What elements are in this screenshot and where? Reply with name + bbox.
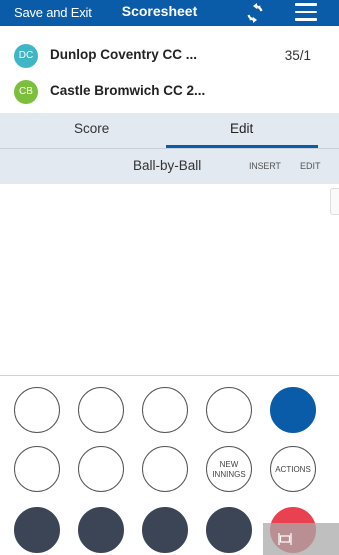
insert-button[interactable]: INSERT <box>249 161 281 171</box>
keypad-button[interactable] <box>78 387 124 433</box>
team-row-fielding[interactable]: CB Castle Bromwich CC 2... <box>0 74 339 110</box>
top-bar: Save and Exit Scoresheet <box>0 0 339 26</box>
scoresheet-screen: Save and Exit Scoresheet DC Dunlop Coven… <box>0 0 339 555</box>
keypad-button-primary[interactable] <box>270 387 316 433</box>
hamburger-menu-icon[interactable] <box>295 3 317 23</box>
side-panel-handle[interactable] <box>330 188 339 215</box>
ball-by-ball-title: Ball-by-Ball <box>133 158 202 173</box>
new-innings-label-line2: INNINGS <box>212 470 246 479</box>
ball-by-ball-bar: Ball-by-Ball INSERT EDIT <box>0 149 339 184</box>
keypad-button[interactable] <box>142 446 188 492</box>
keypad-button-dark[interactable] <box>78 507 124 553</box>
page-title-text: Scoresheet <box>121 3 198 19</box>
new-innings-label-line1: NEW <box>219 460 239 469</box>
sync-icon[interactable] <box>244 2 266 24</box>
actions-button[interactable]: ACTIONS <box>270 446 316 492</box>
keypad-button[interactable] <box>14 387 60 433</box>
tab-score[interactable]: Score <box>74 121 109 136</box>
keypad-button[interactable] <box>78 446 124 492</box>
screen-capture-overlay[interactable] <box>263 523 339 555</box>
team-avatar: DC <box>14 44 38 68</box>
tab-edit[interactable]: Edit <box>230 121 253 136</box>
edit-button[interactable]: EDIT <box>300 161 321 171</box>
keypad-button[interactable] <box>142 387 188 433</box>
new-innings-button[interactable]: NEW INNINGS <box>206 446 252 492</box>
team-score: 35/1 <box>284 48 311 63</box>
screen-capture-icon <box>278 533 292 545</box>
keypad-divider <box>0 375 339 376</box>
keypad-button-dark[interactable] <box>206 507 252 553</box>
keypad-button[interactable] <box>206 387 252 433</box>
team-row-batting[interactable]: DC Dunlop Coventry CC ... 35/1 <box>0 38 339 74</box>
keypad-button-dark[interactable] <box>14 507 60 553</box>
page-title: Scoresheet <box>0 3 339 19</box>
team-avatar: CB <box>14 80 38 104</box>
actions-label: ACTIONS <box>275 465 311 474</box>
team-name: Castle Bromwich CC 2... <box>50 83 206 98</box>
tab-bar: Score Edit <box>0 113 339 149</box>
keypad-button[interactable] <box>14 446 60 492</box>
team-name: Dunlop Coventry CC ... <box>50 47 198 62</box>
keypad-button-dark[interactable] <box>142 507 188 553</box>
